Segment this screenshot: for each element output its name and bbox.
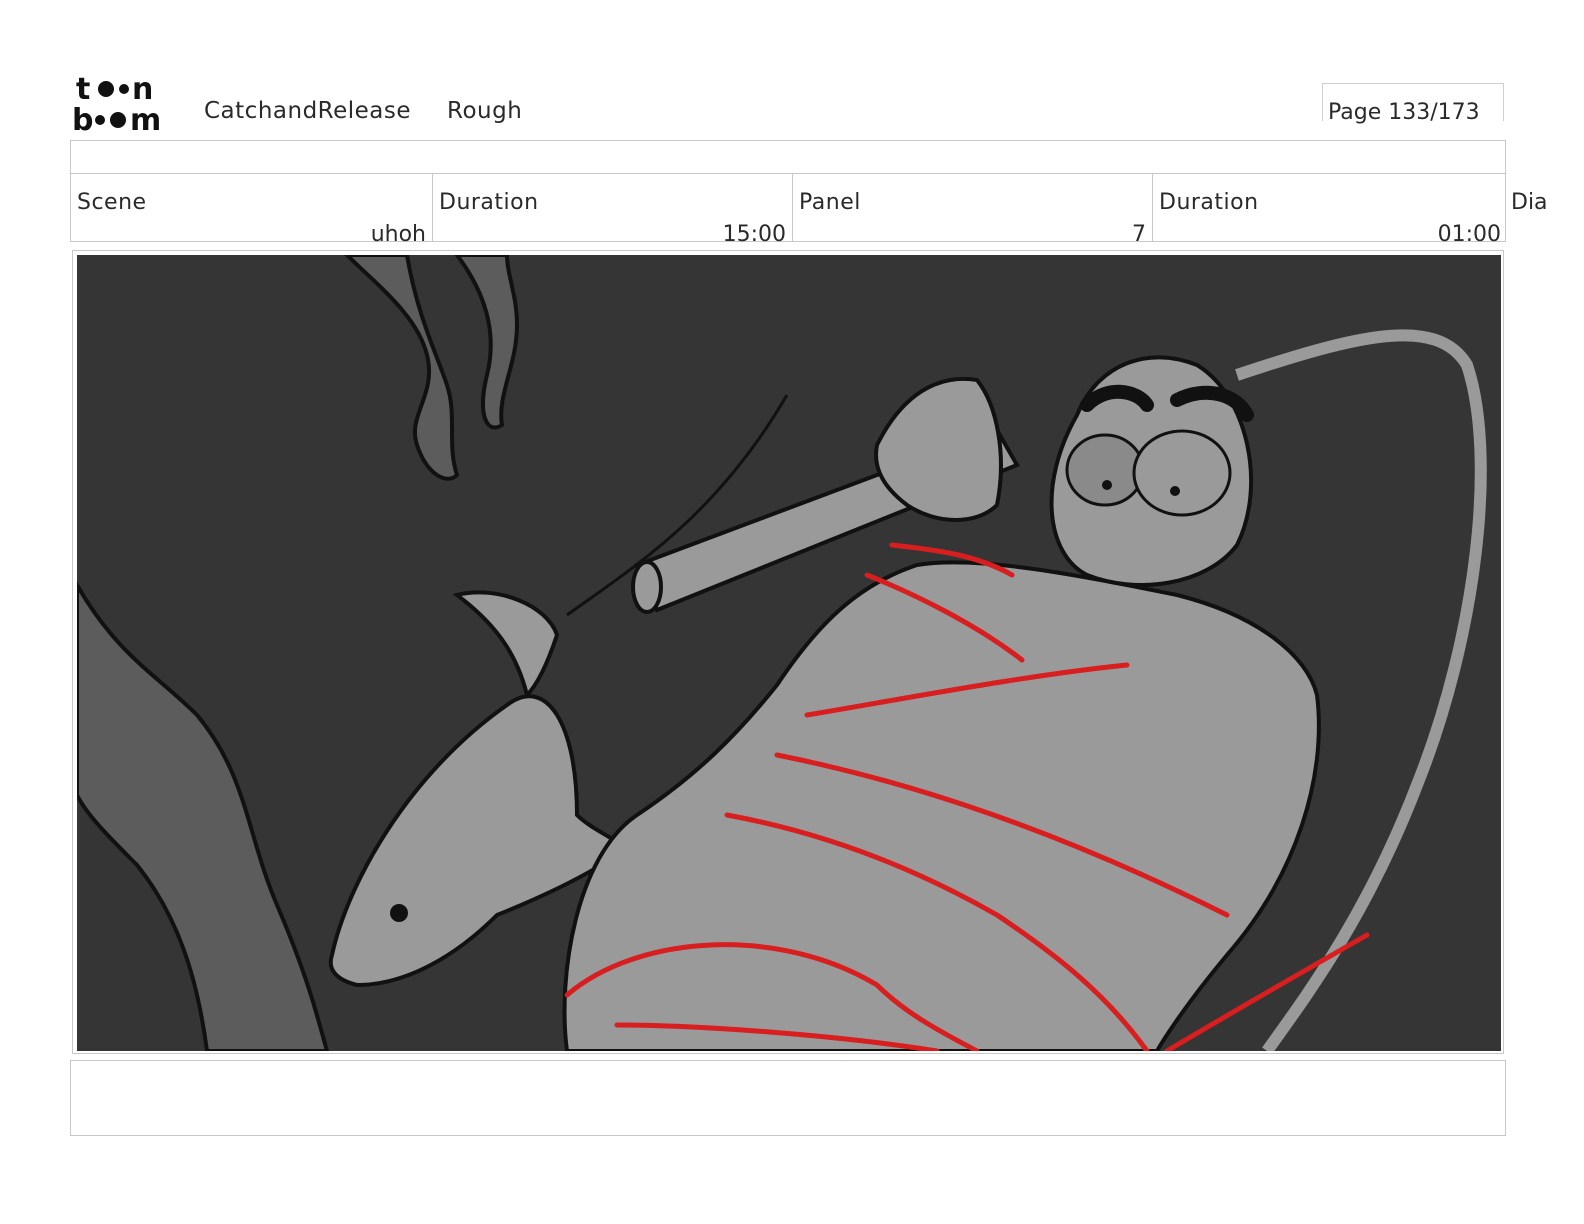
toonboom-logo: t n b m: [72, 72, 161, 134]
info-row: Scene uhoh Duration 15:00 Panel 7 Durati…: [70, 174, 1507, 247]
scene-duration-label: Duration: [439, 190, 539, 215]
fish-eye: [390, 904, 408, 922]
svg-text:n: n: [132, 72, 153, 107]
page-number: Page 133/173: [1328, 100, 1480, 125]
logo-bottom-row: b m: [72, 103, 161, 134]
notes-box: [70, 1060, 1506, 1136]
panel-value: 7: [1132, 222, 1146, 247]
dialogue-label: Dia: [1511, 190, 1548, 215]
scene-label: Scene: [77, 190, 147, 215]
man-eye-left: [1065, 433, 1145, 507]
panel-duration-label: Duration: [1159, 190, 1259, 215]
svg-text:b: b: [72, 103, 93, 134]
scene-cell: Scene uhoh: [71, 174, 433, 247]
scene-value: uhoh: [370, 222, 426, 247]
rod-end: [631, 560, 663, 614]
panel-label: Panel: [799, 190, 861, 215]
svg-text:m: m: [130, 103, 161, 134]
man-eye-right: [1132, 429, 1232, 517]
man-pupil-right: [1170, 486, 1180, 496]
storyboard-panel: [72, 250, 1504, 1054]
scene-duration-value: 15:00: [722, 222, 786, 247]
panel-cell: Panel 7: [793, 174, 1153, 247]
scene-duration-cell: Duration 15:00: [433, 174, 793, 247]
title-bar: [70, 140, 1506, 174]
stage-name: Rough: [447, 98, 523, 124]
svg-text:t: t: [76, 72, 90, 107]
man-pupil-left: [1102, 480, 1112, 490]
logo-top-row: t n: [76, 72, 153, 107]
panel-duration-value: 01:00: [1437, 222, 1501, 247]
project-name: CatchandRelease: [204, 98, 412, 124]
panel-duration-cell: Duration 01:00: [1153, 174, 1507, 247]
panel-artwork: [77, 255, 1501, 1051]
